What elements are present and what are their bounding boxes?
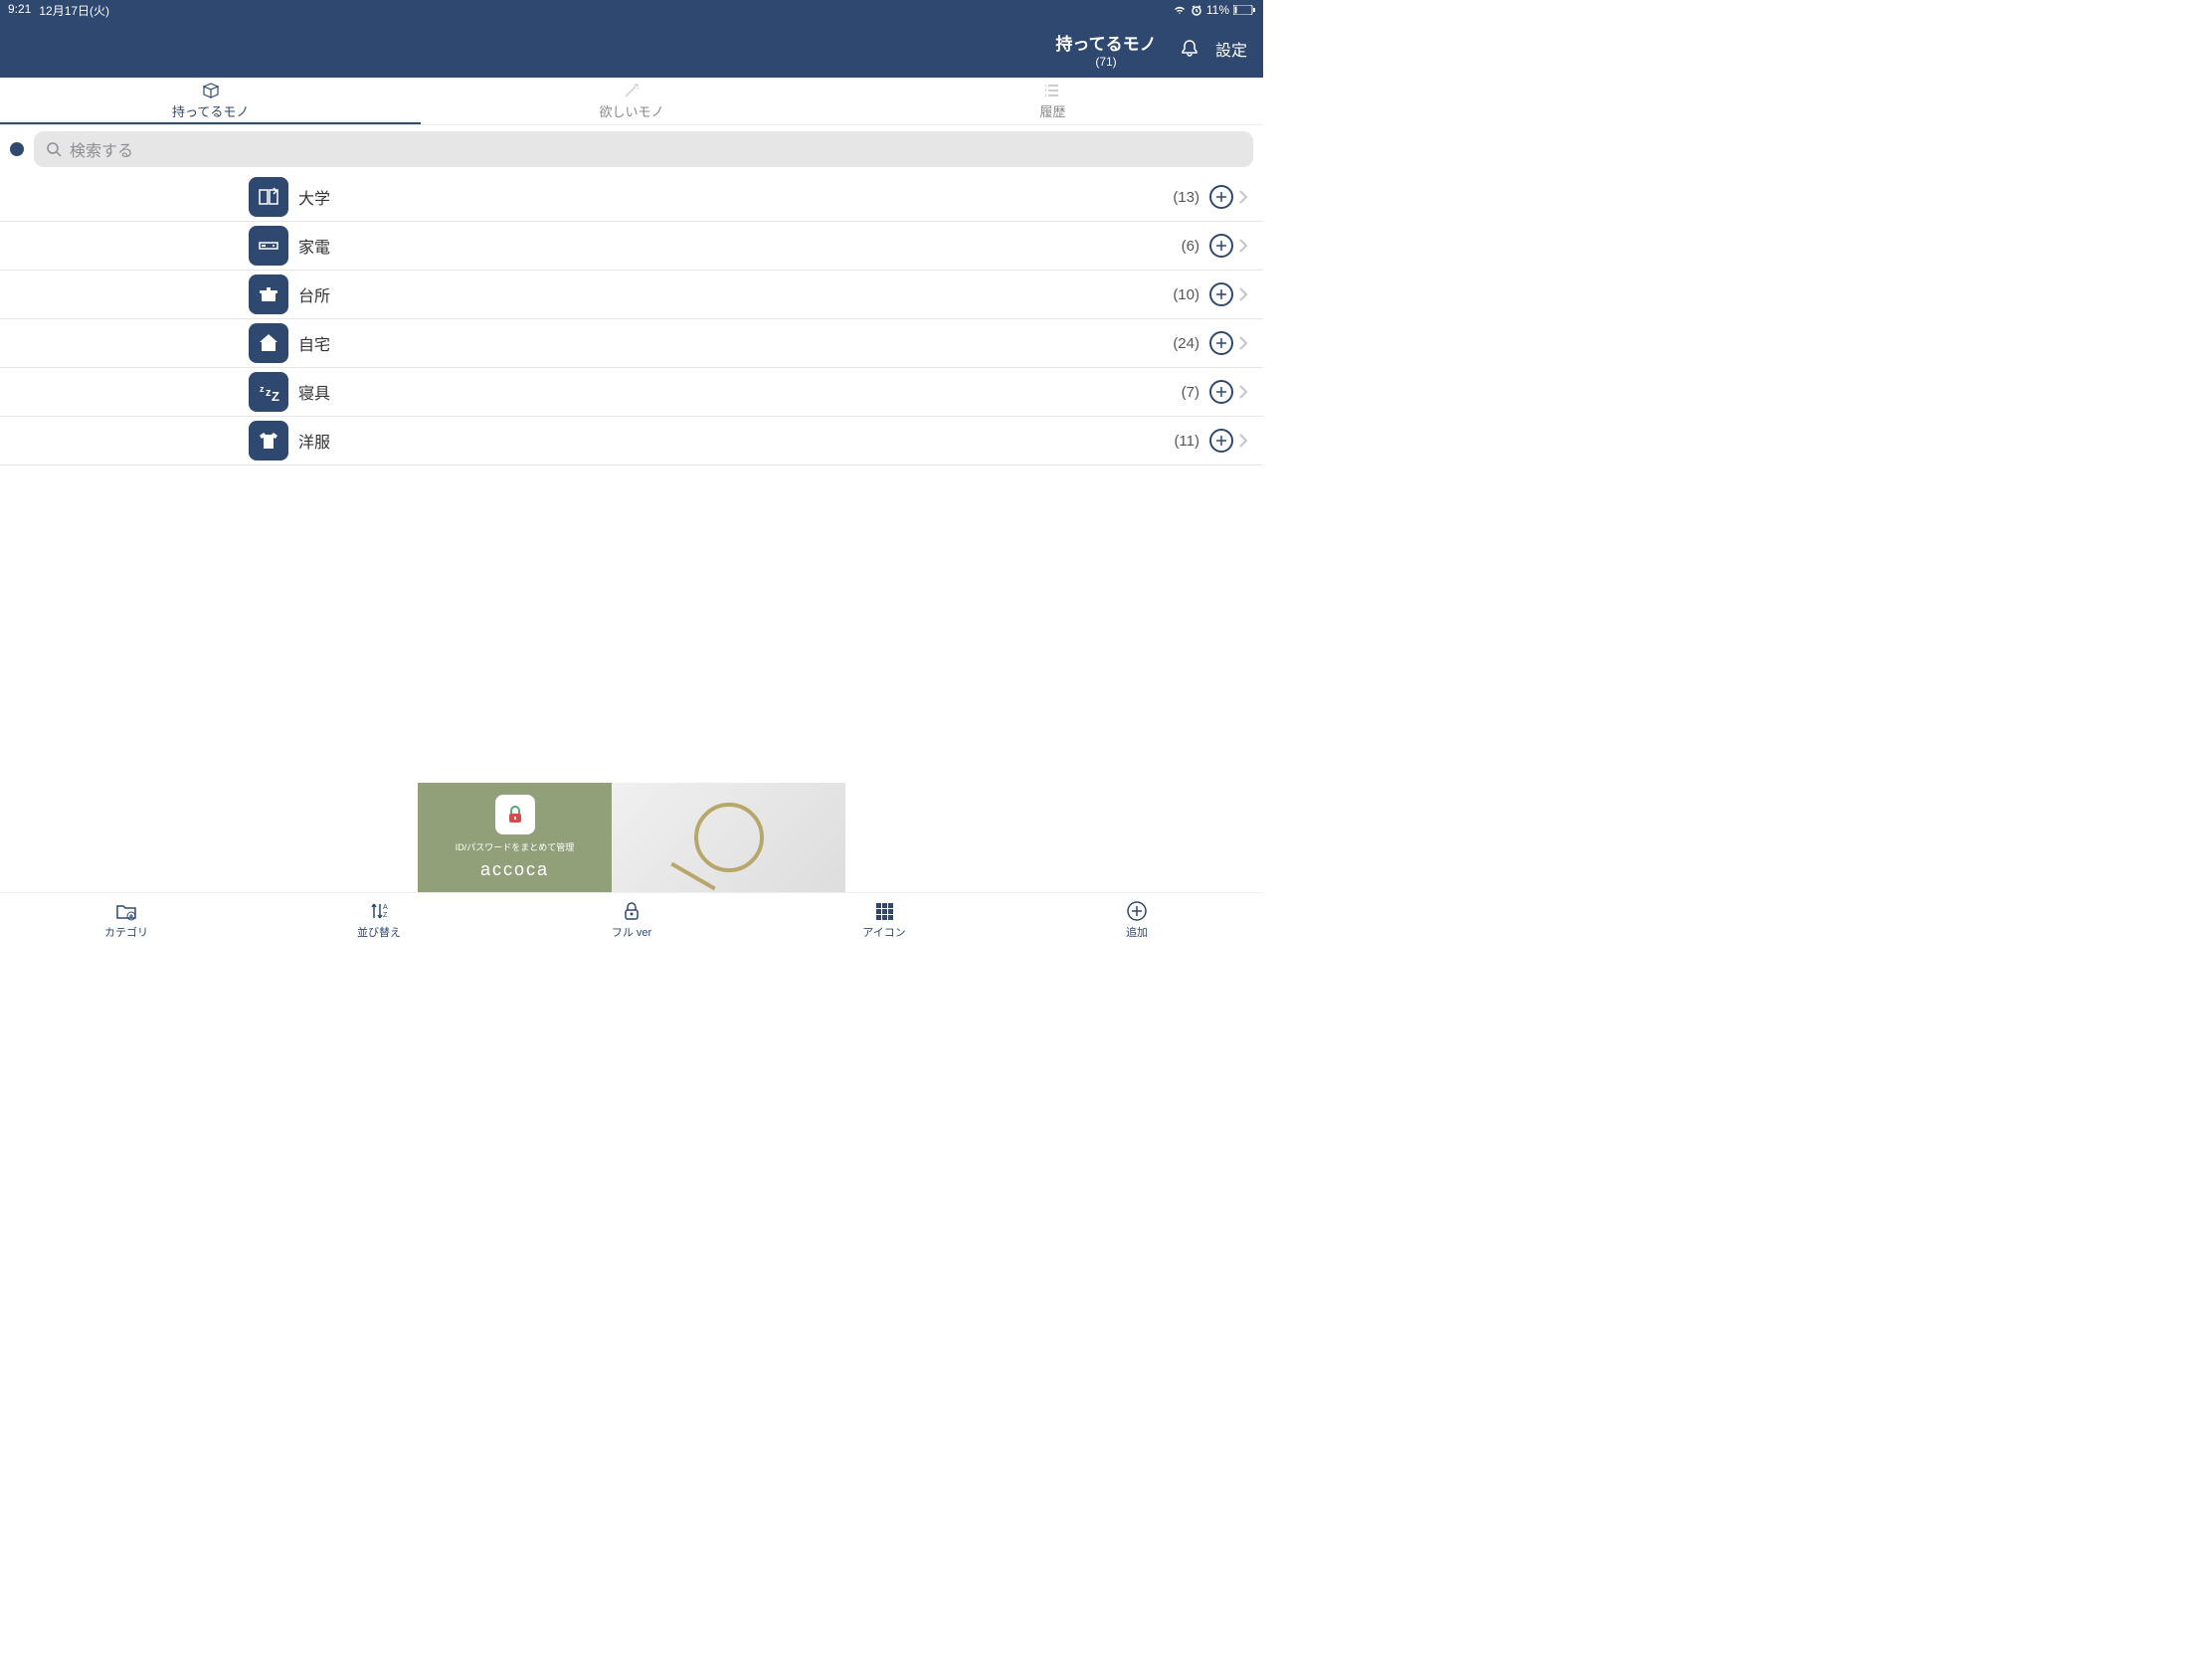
bottom-toolbar: カテゴリ AZ 並び替え フル ver アイコン 追加 — [0, 892, 1263, 947]
status-bar: 9:21 12月17日(火) 11% — [0, 0, 1263, 20]
chevron-right-icon — [1239, 190, 1247, 204]
app-header: 持ってるモノ (71) 設定 — [0, 20, 1263, 78]
settings-button[interactable]: 設定 — [1215, 37, 1247, 61]
tab-owned[interactable]: 持ってるモノ — [0, 78, 421, 124]
page-title: 持ってるモノ — [1055, 30, 1156, 55]
lock-icon — [621, 900, 643, 922]
ad-banner[interactable]: ID/パスワードをまとめて管理 accoca — [0, 783, 1263, 892]
sort-icon: AZ — [368, 900, 390, 922]
add-item-button[interactable] — [1209, 185, 1233, 209]
lock-icon — [495, 795, 535, 834]
status-time: 9:21 — [8, 2, 31, 19]
tab-label: 持ってるモノ — [172, 101, 249, 120]
category-label: 寝具 — [298, 380, 1182, 404]
bottom-label: フル ver — [612, 924, 651, 940]
status-battery: 11% — [1206, 3, 1229, 17]
category-label: 家電 — [298, 234, 1182, 258]
tab-wanted[interactable]: 欲しいモノ — [421, 78, 841, 124]
svg-text:Z: Z — [383, 912, 388, 919]
category-row[interactable]: 台所(10) — [0, 271, 1263, 319]
banner-image — [612, 783, 845, 892]
bottom-label: 追加 — [1126, 924, 1148, 940]
bottom-category[interactable]: カテゴリ — [0, 893, 253, 947]
bell-icon[interactable] — [1180, 39, 1199, 59]
category-row[interactable]: 大学(13) — [0, 173, 1263, 222]
bottom-icons[interactable]: アイコン — [758, 893, 1011, 947]
filter-dot[interactable] — [10, 142, 24, 156]
wand-icon — [623, 82, 641, 99]
category-count: (24) — [1173, 335, 1199, 352]
category-label: 大学 — [298, 185, 1173, 209]
chevron-right-icon — [1239, 239, 1247, 253]
bottom-label: カテゴリ — [104, 924, 148, 940]
category-count: (6) — [1182, 238, 1199, 255]
chevron-right-icon — [1239, 287, 1247, 301]
plus-circle-icon — [1126, 900, 1148, 922]
shirt-icon — [249, 421, 288, 461]
add-item-button[interactable] — [1209, 282, 1233, 306]
tab-history[interactable]: 履歴 — [842, 78, 1263, 124]
bottom-label: アイコン — [862, 924, 905, 940]
page-count: (71) — [1055, 55, 1156, 69]
category-count: (11) — [1174, 433, 1199, 450]
appliance-icon — [249, 226, 288, 266]
search-icon — [46, 141, 62, 157]
book-icon — [249, 177, 288, 217]
tab-label: 履歴 — [1039, 101, 1065, 120]
category-label: 台所 — [298, 282, 1173, 306]
category-row[interactable]: 洋服(11) — [0, 417, 1263, 465]
category-row[interactable]: 自宅(24) — [0, 319, 1263, 368]
category-count: (13) — [1173, 189, 1199, 206]
add-item-button[interactable] — [1209, 331, 1233, 355]
search-input[interactable]: 検索する — [34, 131, 1253, 167]
sleep-icon: zzZ — [249, 372, 288, 412]
banner-subtitle: ID/パスワードをまとめて管理 — [456, 840, 575, 853]
bottom-sort[interactable]: AZ 並び替え — [253, 893, 505, 947]
tab-label: 欲しいモノ — [599, 101, 663, 120]
home-icon — [249, 323, 288, 363]
bottom-label: 並び替え — [357, 924, 401, 940]
chevron-right-icon — [1239, 336, 1247, 350]
category-count: (10) — [1173, 286, 1199, 303]
bottom-fullver[interactable]: フル ver — [505, 893, 758, 947]
svg-text:A: A — [383, 904, 388, 911]
svg-text:z: z — [260, 384, 265, 394]
tab-bar: 持ってるモノ 欲しいモノ 履歴 — [0, 78, 1263, 125]
search-row: 検索する — [0, 125, 1263, 173]
pot-icon — [249, 275, 288, 314]
category-label: 自宅 — [298, 331, 1173, 355]
wifi-icon — [1173, 5, 1187, 15]
box-icon — [202, 82, 220, 99]
alarm-icon — [1191, 4, 1202, 16]
chevron-right-icon — [1239, 385, 1247, 399]
add-item-button[interactable] — [1209, 429, 1233, 453]
banner-title: accoca — [480, 859, 549, 880]
category-row[interactable]: zzZ 寝具(7) — [0, 368, 1263, 417]
add-item-button[interactable] — [1209, 234, 1233, 258]
status-date: 12月17日(火) — [39, 2, 109, 19]
add-item-button[interactable] — [1209, 380, 1233, 404]
chevron-right-icon — [1239, 434, 1247, 448]
category-row[interactable]: 家電(6) — [0, 222, 1263, 271]
search-placeholder: 検索する — [70, 137, 133, 161]
category-label: 洋服 — [298, 429, 1174, 453]
svg-text:Z: Z — [272, 389, 279, 404]
bottom-add[interactable]: 追加 — [1011, 893, 1263, 947]
grid-icon — [873, 900, 895, 922]
battery-icon — [1233, 5, 1255, 15]
category-list: 大学(13)家電(6)台所(10)自宅(24)zzZ寝具(7)洋服(11) — [0, 173, 1263, 783]
list-icon — [1043, 82, 1061, 99]
folder-plus-icon — [115, 900, 137, 922]
category-count: (7) — [1182, 384, 1199, 401]
